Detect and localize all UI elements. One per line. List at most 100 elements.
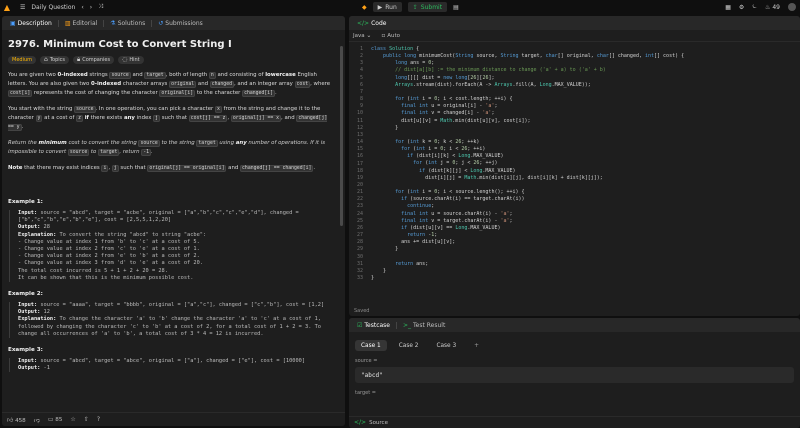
help-icon[interactable]: ? xyxy=(97,416,100,423)
line-number: 8 xyxy=(359,96,363,103)
tab-divider xyxy=(57,19,59,27)
share-icon[interactable]: ⇧ xyxy=(84,416,89,423)
streak-count: 49 xyxy=(772,3,780,11)
thumbs-down-icon[interactable]: 👎︎ xyxy=(34,416,40,424)
description-footer: 👍︎ 458 👎︎ ▭ 85 ☆ ⇧ ? xyxy=(2,412,345,426)
bold-text: lowercase xyxy=(265,72,296,78)
prev-problem-icon[interactable]: ‹ xyxy=(81,4,83,11)
case-1-tab[interactable]: Case 1 xyxy=(355,340,387,351)
line-number: 11 xyxy=(356,117,363,124)
next-problem-icon[interactable]: › xyxy=(90,4,92,11)
code-line[interactable]: if (dist[u][v] == Long.MAX_VALUE) xyxy=(371,225,796,232)
tab-testcase[interactable]: ☑ Testcase xyxy=(353,318,394,332)
problem-list-icon[interactable]: ☰ xyxy=(20,4,25,11)
code-line[interactable]: continue; xyxy=(371,203,796,210)
like-button[interactable]: 👍︎ 458 xyxy=(7,416,26,424)
code-line[interactable]: if (dist[k][j] < Long.MAX_VALUE) xyxy=(371,168,796,175)
code-line[interactable]: dist[i][j] = Math.min(dist[i][j], dist[i… xyxy=(371,175,796,182)
tab-code[interactable]: </> Code xyxy=(353,16,390,30)
tab-description[interactable]: ▣ Description xyxy=(6,16,56,30)
language-select[interactable]: Java ⌄ xyxy=(353,32,371,39)
example-key: Input: xyxy=(18,302,38,309)
case-2-tab[interactable]: Case 2 xyxy=(393,340,425,351)
settings-icon[interactable]: ⚙ xyxy=(739,4,744,11)
italic-text: . xyxy=(151,149,153,155)
code-line[interactable]: // dist[a][b] := the minimum distance to… xyxy=(371,67,796,74)
streak-counter[interactable]: ♨ 49 xyxy=(765,4,780,11)
code-line[interactable]: } xyxy=(371,275,796,282)
leetcode-logo-icon[interactable]: ▲ xyxy=(0,0,14,14)
code-line[interactable]: if (dist[i][k] < Long.MAX_VALUE) xyxy=(371,153,796,160)
code-line[interactable]: final int u = original[i] - 'a'; xyxy=(371,103,796,110)
line-number: 1 xyxy=(359,46,363,52)
avatar[interactable] xyxy=(788,3,796,11)
code-line[interactable]: for (int i = 0; i < cost.length; ++i) { xyxy=(371,96,796,103)
code-line[interactable]: final int u = source.charAt(i) - 'a'; xyxy=(371,211,796,218)
code-line[interactable]: final int v = changed[i] - 'a'; xyxy=(371,110,796,117)
shuffle-icon[interactable]: ⤨ xyxy=(98,3,103,11)
code-line[interactable]: } xyxy=(371,268,796,275)
problem-title[interactable]: 2976. Minimum Cost to Convert String I xyxy=(8,38,331,52)
code-text[interactable]: class Solution { public long minimumCost… xyxy=(371,46,796,282)
submit-button[interactable]: ⇪ Submit xyxy=(407,2,448,12)
code-line[interactable] xyxy=(371,89,796,96)
layout-icon[interactable]: ▦ xyxy=(725,4,731,11)
tab-submissions[interactable]: ↺ Submissions xyxy=(154,16,206,30)
auto-toggle[interactable]: ▫ Auto xyxy=(381,32,400,39)
code-line[interactable]: for (int i = 0; i < source.length(); ++i… xyxy=(371,189,796,196)
comments-button[interactable]: ▭ 85 xyxy=(48,416,63,423)
hint-tag[interactable]: ◌ Hint xyxy=(118,56,144,64)
code-editor[interactable]: 1 2 3 4 5 6 7 8 9 10 11 12 13 14 15 16 17 18 19 20 21 22 23 24 2… xyxy=(349,46,800,302)
document-icon: ▣ xyxy=(10,19,16,27)
topics-tag[interactable]: ⌂ Topics xyxy=(40,56,69,64)
source-input[interactable]: "abcd" xyxy=(355,367,794,383)
daily-question-title[interactable]: Daily Question xyxy=(31,4,75,11)
book-icon: ▥ xyxy=(64,19,71,27)
run-button[interactable]: ▶ Run xyxy=(372,2,402,12)
case-3-tab[interactable]: Case 3 xyxy=(430,340,462,351)
example-line: Explanation: To change the character 'a'… xyxy=(18,316,331,338)
inline-code: source xyxy=(138,140,160,147)
text-span: that there may exist indices xyxy=(22,165,102,171)
example-text: 12 xyxy=(40,309,50,316)
code-line[interactable]: ans += dist[u][v]; xyxy=(371,239,796,246)
code-line[interactable] xyxy=(371,132,796,139)
code-line[interactable]: Arrays.stream(dist).forEach(A -> Arrays.… xyxy=(371,82,796,89)
code-line[interactable]: long[][] dist = new long[26][26]; xyxy=(371,75,796,82)
code-line[interactable]: } xyxy=(371,246,796,253)
code-line[interactable]: } xyxy=(371,125,796,132)
tab-test-result[interactable]: >_ Test Result xyxy=(399,318,449,332)
add-case-button[interactable]: + xyxy=(468,340,485,351)
source-tab-label[interactable]: Source xyxy=(369,420,388,426)
code-line[interactable]: if (source.charAt(i) == target.charAt(i)… xyxy=(371,196,796,203)
star-icon[interactable]: ☆ xyxy=(70,416,75,423)
notes-icon[interactable]: ▤ xyxy=(453,4,459,11)
code-line[interactable] xyxy=(371,253,796,260)
code-line[interactable]: final int v = target.charAt(i) - 'a'; xyxy=(371,218,796,225)
text-span: , and an integer array xyxy=(233,81,295,87)
debug-icon[interactable]: ◆ xyxy=(362,4,367,11)
description-panel: ▣ Description ▥ Editorial ⚗ Solutions ↺ Subm… xyxy=(2,16,345,426)
code-line[interactable]: dist[u][v] = Math.min(dist[u][v], cost[i… xyxy=(371,118,796,125)
description-scrollbar[interactable] xyxy=(340,46,343,226)
text-span: strings xyxy=(87,72,110,78)
code-line[interactable]: for (int i = 0; i < 26; ++i) xyxy=(371,146,796,153)
code-line[interactable]: public long minimumCost(String source, S… xyxy=(371,53,796,60)
companies-tag[interactable]: 🔒︎ Companies xyxy=(73,56,115,64)
code-icon: </> xyxy=(357,19,370,27)
example-text: - Change value at index 1 from 'b' to 'c… xyxy=(18,238,200,245)
code-line[interactable]: return -1; xyxy=(371,232,796,239)
tab-code-label: Code xyxy=(371,19,387,27)
line-number: 14 xyxy=(356,139,363,146)
code-line[interactable]: for (int k = 0; k < 26; ++k) xyxy=(371,139,796,146)
code-line[interactable]: long ans = 0; xyxy=(371,60,796,67)
code-line[interactable]: return ans; xyxy=(371,261,796,268)
notifications-icon[interactable]: ⏾ xyxy=(752,3,757,11)
example-key: Explanation: xyxy=(18,316,57,323)
code-line[interactable]: for (int j = 0; j < 26; ++j) xyxy=(371,160,796,167)
code-line[interactable] xyxy=(371,182,796,189)
tab-editorial[interactable]: ▥ Editorial xyxy=(61,16,101,30)
code-line[interactable]: class Solution { xyxy=(371,46,796,53)
tab-solutions[interactable]: ⚗ Solutions xyxy=(106,16,149,30)
auto-label: Auto xyxy=(387,33,401,39)
